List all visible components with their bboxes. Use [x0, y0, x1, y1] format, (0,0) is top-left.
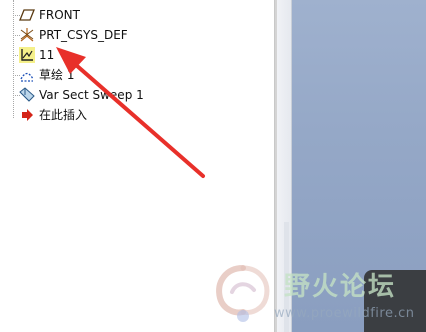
- coordinate-system-icon: [19, 27, 35, 43]
- watermark-text: 野火论坛: [284, 272, 397, 302]
- sweep-feature-icon: [19, 87, 35, 103]
- sketch-icon: [19, 67, 35, 83]
- tree-item-label: 草绘 1: [39, 68, 75, 82]
- tree-item-sketch-1[interactable]: 草绘 1: [0, 65, 100, 85]
- tree-item-label: Var Sect Sweep 1: [39, 88, 144, 102]
- tree-item-11[interactable]: 11: [0, 45, 80, 65]
- watermark-logo: [212, 262, 274, 330]
- tree-item-label: 在此插入: [39, 108, 88, 122]
- tree-item-label: PRT_CSYS_DEF: [39, 28, 128, 42]
- watermark-url: www.proewildfire.cn: [274, 306, 415, 321]
- tree-item-label: 11: [39, 48, 55, 62]
- tree-item-label: FRONT: [39, 8, 80, 22]
- datum-plane-icon: [19, 7, 35, 23]
- sketch-feature-icon: [19, 47, 35, 63]
- tree-item-var-sect-sweep-1[interactable]: Var Sect Sweep 1: [0, 85, 160, 105]
- tree-item-insert-here[interactable]: 在此插入: [0, 105, 100, 125]
- insert-here-arrow-icon: [19, 107, 35, 123]
- tree-item-prt-csys-def[interactable]: PRT_CSYS_DEF: [0, 25, 150, 45]
- tree-item-front[interactable]: FRONT: [0, 5, 120, 25]
